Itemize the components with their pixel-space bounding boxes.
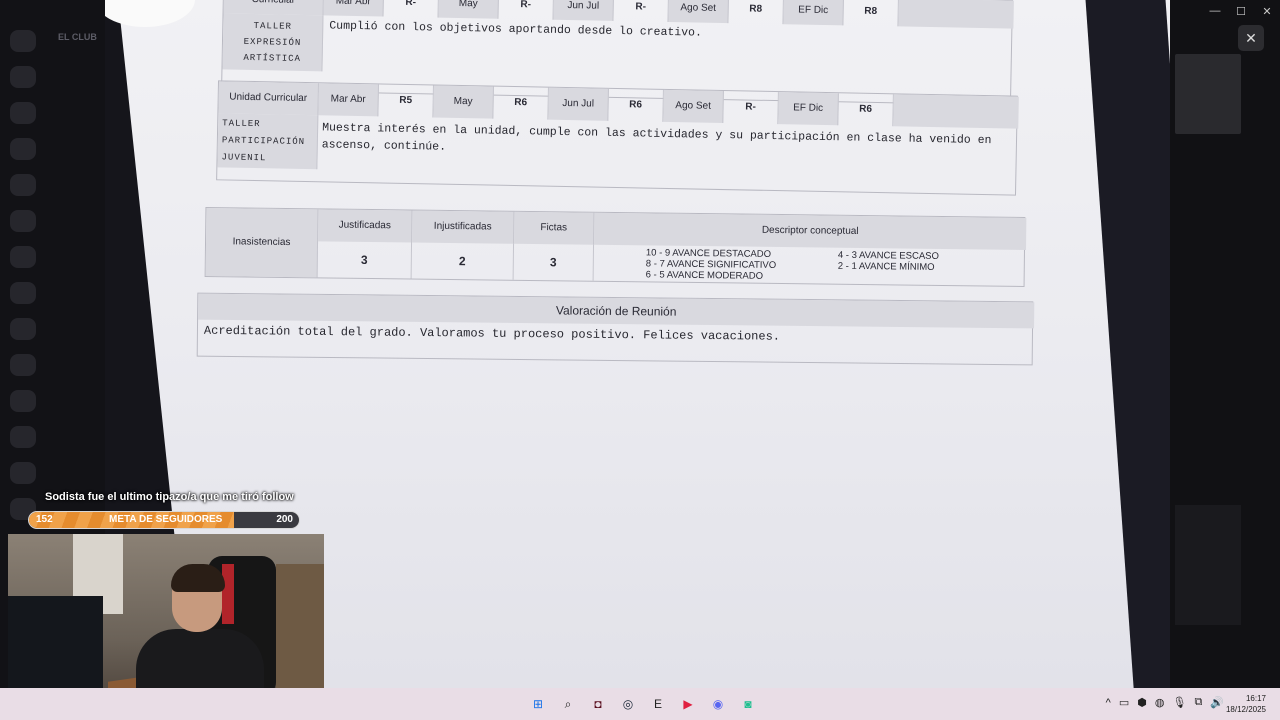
absences-header: Justificadas [318,209,413,243]
absences-value: 2 [411,242,515,280]
window-controls: — ☐ ✕ [1202,0,1280,22]
absences-value: 3 [513,243,595,281]
grade-table-participation: Unidad Curricular Mar Abr R5 May R6 Jun … [216,80,1019,196]
webcam-feed [8,534,324,711]
blank-cell [893,94,1019,129]
light-reflection [105,0,195,27]
month-cell: Mar Abr [318,83,379,117]
right-panel-block-lower [1175,505,1241,625]
month-cell: Ago Set [668,0,729,24]
meeting-text: Acreditación total del grado. Valoramos … [203,323,781,344]
absences-header: Injustificadas [412,210,515,244]
month-cell: Jun Jul [553,0,614,21]
grade-cell: R5 [378,84,434,118]
month-cell: Ago Set [663,89,724,124]
absences-header: Fictas [514,211,595,245]
app-dark-icon[interactable]: ◘ [586,692,610,716]
goal-target: 200 [276,514,293,525]
follower-goal-bar: 152 META DE SEGUIDORES 200 [28,511,300,529]
meeting-evaluation-table: Valoración de Reunión Acreditación total… [196,292,1035,366]
grade-cell: R- [723,91,779,125]
start-icon[interactable]: ⊞ [526,692,550,716]
tray-icon[interactable]: ⬢ [1137,696,1147,709]
tray-icon[interactable]: 🎙 [1172,696,1186,709]
month-cell: May [438,0,500,19]
discord-icon[interactable]: ◉ [706,692,730,716]
server-name: EL CLUB [58,32,97,42]
meeting-title: Valoración de Reunión [198,293,1035,329]
grade-cell: R6 [608,88,664,122]
tray-icon[interactable]: ⧉ [1194,696,1202,709]
table-label: Unidad Curricular [218,81,319,116]
steam-icon[interactable]: ◎ [616,692,640,716]
grade-cell: R8 [728,0,784,25]
blank-cell [898,0,1014,29]
paper-shadow-right [1085,0,1170,688]
last-follower-text: Sodista fue el ultimo tipazo/a que me ti… [45,491,294,503]
absences-value: 3 [317,241,413,279]
grade-cell: R- [383,0,440,18]
month-cell: EF Dic [778,92,839,126]
clock[interactable]: 16:17 18/12/2025 [1226,693,1266,715]
taskbar-apps: ⊞ ⌕ ◘ ◎ E ▶ ◉ ◙ [526,692,760,716]
month-cell: EF Dic [783,0,844,26]
grade-cell: R- [613,0,669,22]
close-viewer-button[interactable]: ✕ [1238,25,1264,51]
system-tray: ^ ▭ ⬢ ◍ 🎙 ⧉ 🔊 [1106,696,1224,709]
taskbar: ⊞ ⌕ ◘ ◎ E ▶ ◉ ◙ ^ ▭ ⬢ ◍ 🎙 ⧉ 🔊 16:17 18/12/2025 [0,688,1280,720]
grade-cell: R8 [843,0,899,27]
descriptor-list-left: 10 - 9 AVANCE DESTACADO 8 - 7 AVANCE SIG… [645,247,777,282]
month-cell: Jun Jul [548,87,609,121]
bot-icon[interactable]: ◙ [736,692,760,716]
right-panel-block [1175,54,1241,134]
grade-cell: R6 [838,93,894,127]
subject-cell: TALLER PARTICIPACIÓN JUVENIL [217,113,319,170]
month-cell: May [433,85,494,119]
background-right-panel [1170,0,1280,688]
tray-icon[interactable]: ^ [1106,697,1111,709]
month-cell: Mar Abr [323,0,385,17]
minimize-icon[interactable]: — [1202,0,1228,22]
subject-cell: TALLER EXPRESIÓN ARTÍSTICA [222,13,324,72]
tray-icon[interactable]: ▭ [1119,696,1129,709]
absences-label: Inasistencias [205,208,319,278]
maximize-icon[interactable]: ☐ [1228,0,1254,22]
grade-cell: R- [498,0,555,20]
server-rail [10,30,40,590]
descriptor-title: Descriptor conceptual [594,212,1027,251]
grade-cell: R6 [493,86,549,120]
clock-time: 16:17 [1245,694,1266,703]
clock-date: 18/12/2025 [1225,705,1266,714]
epic-icon[interactable]: E [646,692,670,716]
search-icon[interactable]: ⌕ [556,692,580,716]
goal-label: META DE SEGUIDORES [109,514,223,525]
absences-table: Inasistencias Justificadas Injustificada… [204,206,1027,288]
goal-current: 152 [36,514,53,525]
tray-icon[interactable]: 🔊 [1210,696,1224,709]
descriptor-list-right: 4 - 3 AVANCE ESCASO 2 - 1 AVANCE MÍNIMO [837,249,940,273]
tray-icon[interactable]: ◍ [1155,696,1165,709]
media-icon[interactable]: ▶ [676,692,700,716]
close-window-icon[interactable]: ✕ [1254,0,1280,22]
